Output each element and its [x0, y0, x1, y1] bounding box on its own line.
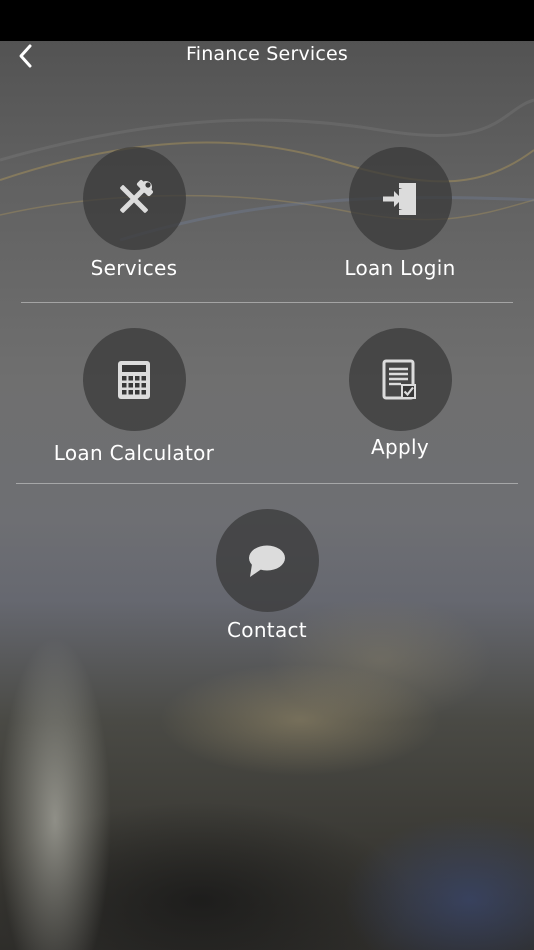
- page-title: Finance Services: [185, 43, 349, 65]
- row-divider: [21, 302, 513, 303]
- loan-login-tile[interactable]: Loan Login: [290, 147, 510, 280]
- chat-bubble-icon: [249, 545, 285, 577]
- apply-tile[interactable]: Apply: [290, 328, 510, 459]
- tools-icon: [120, 179, 153, 213]
- loan-calculator-icon-circle: [82, 328, 186, 431]
- apply-icon-circle: [348, 328, 452, 431]
- loan-login-label: Loan Login: [344, 256, 456, 280]
- loan-calculator-label: Loan Calculator: [53, 441, 215, 465]
- row-divider: [16, 483, 518, 484]
- app-screen: Finance Services Services Loan Login Loa…: [0, 0, 534, 950]
- loan-calculator-tile[interactable]: Loan Calculator: [24, 328, 244, 465]
- services-label: Services: [90, 256, 178, 280]
- application-form-icon: [382, 359, 416, 399]
- contact-icon-circle: [215, 509, 319, 612]
- loan-login-icon-circle: [348, 147, 452, 250]
- contact-tile[interactable]: Contact: [157, 509, 377, 642]
- contact-label: Contact: [227, 618, 307, 642]
- apply-label: Apply: [371, 435, 429, 459]
- calculator-icon: [118, 360, 150, 399]
- services-tile[interactable]: Services: [24, 147, 244, 280]
- services-icon-circle: [82, 147, 186, 250]
- login-icon: [383, 182, 416, 215]
- nav-bar: Finance Services: [0, 41, 534, 71]
- status-bar: [0, 0, 534, 41]
